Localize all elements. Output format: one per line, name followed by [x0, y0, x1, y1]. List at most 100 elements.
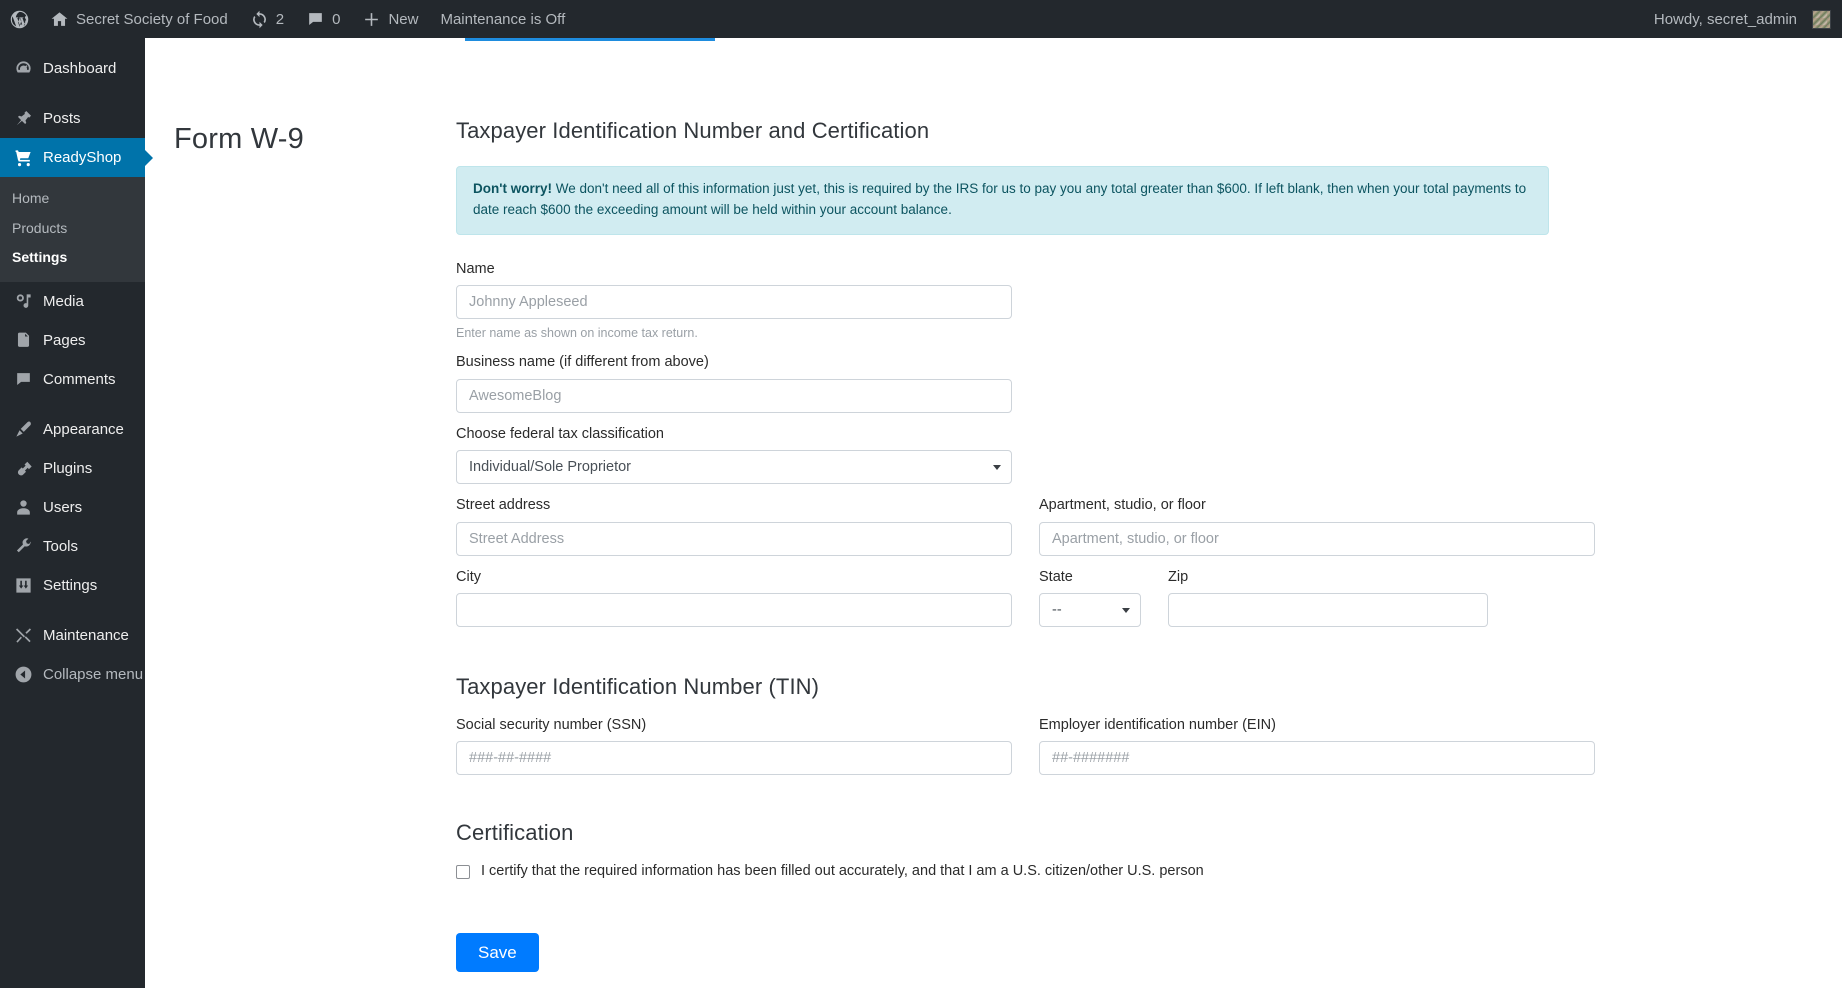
notice-text: We don't need all of this information ju…: [473, 181, 1527, 217]
sidebar-item-posts[interactable]: Posts: [0, 99, 145, 138]
certification-row: I certify that the required information …: [456, 862, 1626, 881]
new-content-button[interactable]: New: [351, 0, 429, 38]
state-select-wrapper: --: [1039, 593, 1141, 628]
name-field-group: Name Enter name as shown on income tax r…: [456, 261, 1626, 342]
site-name-button[interactable]: Secret Society of Food: [39, 0, 239, 38]
business-name-input[interactable]: [456, 378, 1012, 413]
name-input[interactable]: [456, 285, 1012, 320]
city-field-group: City: [456, 568, 1012, 628]
tin-row: Social security number (SSN) Employer id…: [456, 717, 1626, 788]
street-input[interactable]: [456, 521, 1012, 556]
certification-checkbox[interactable]: [456, 864, 470, 879]
howdy-label: Howdy, secret_admin: [1653, 10, 1797, 28]
tax-classification-select[interactable]: Individual/Sole Proprietor: [456, 450, 1012, 485]
my-account-button[interactable]: Howdy, secret_admin: [1643, 0, 1842, 38]
sidebar-item-label: Appearance: [43, 420, 124, 438]
sidebar-subitem-products[interactable]: Products: [0, 214, 145, 244]
sidebar-item-comments[interactable]: Comments: [0, 360, 145, 399]
plug-icon: [12, 458, 34, 478]
sidebar-item-label: Media: [43, 292, 84, 310]
sidebar-item-dashboard[interactable]: Dashboard: [0, 49, 145, 88]
updates-icon: [250, 10, 269, 29]
sidebar-item-maintenance[interactable]: Maintenance: [0, 616, 145, 655]
sidebar-item-label: Tools: [43, 537, 79, 555]
collapse-arrow-icon: [12, 664, 34, 684]
new-label: New: [388, 10, 419, 28]
wrench-icon: [12, 536, 34, 556]
tax-classification-field-group: Choose federal tax classification Indivi…: [456, 426, 1626, 485]
street-label: Street address: [456, 497, 551, 514]
sidebar-item-pages[interactable]: Pages: [0, 321, 145, 360]
w9-form: Taxpayer Identification Number and Certi…: [456, 118, 1626, 973]
active-tab-indicator[interactable]: [465, 38, 715, 41]
state-field-group: State --: [1039, 568, 1141, 628]
city-state-zip-row: City State -- Zip: [456, 569, 1626, 640]
sidebar-item-readyshop[interactable]: ReadyShop: [0, 138, 153, 177]
state-select[interactable]: --: [1039, 593, 1141, 628]
ssn-label: Social security number (SSN): [456, 717, 647, 734]
apartment-label: Apartment, studio, or floor: [1039, 497, 1206, 514]
apartment-input[interactable]: [1039, 521, 1595, 556]
sidebar-item-plugins[interactable]: Plugins: [0, 449, 145, 488]
media-icon: [12, 291, 34, 311]
comment-bubble-icon: [306, 10, 325, 29]
irs-notice: Don't worry! We don't need all of this i…: [456, 166, 1549, 235]
user-icon: [12, 497, 34, 517]
section-title: Taxpayer Identification Number and Certi…: [456, 118, 930, 143]
sidebar-item-tools[interactable]: Tools: [0, 527, 145, 566]
certification-section-title: Certification: [456, 820, 574, 846]
comment-icon: [12, 369, 34, 389]
notice-strong: Don't worry!: [473, 181, 552, 196]
sidebar-item-label: Posts: [43, 110, 81, 127]
save-button[interactable]: Save: [456, 933, 539, 973]
sidebar-subitem-settings[interactable]: Settings: [0, 243, 145, 273]
menu-separator-1: [0, 88, 145, 99]
ssn-input[interactable]: [456, 741, 1012, 776]
sidebar-item-label: Maintenance: [43, 626, 129, 644]
collapse-menu-label: Collapse menu: [43, 665, 144, 683]
pages-icon: [12, 330, 34, 350]
sliders-icon: [12, 575, 34, 595]
sidebar-item-label: Settings: [43, 576, 98, 594]
zip-input[interactable]: [1168, 593, 1488, 628]
wordpress-logo-icon: [9, 9, 30, 30]
city-label: City: [456, 568, 481, 585]
admin-sidebar-menu: Dashboard Posts ReadyShop Home Products …: [0, 38, 153, 988]
tools-cross-icon: [12, 625, 34, 645]
name-label: Name: [456, 260, 495, 277]
page-title: Form W-9: [174, 123, 304, 155]
plus-icon: [362, 10, 381, 29]
ein-input[interactable]: [1039, 741, 1595, 776]
ein-label: Employer identification number (EIN): [1039, 717, 1276, 734]
main-content: Form W-9 Taxpayer Identification Number …: [145, 38, 1842, 988]
sidebar-item-users[interactable]: Users: [0, 488, 145, 527]
sidebar-item-label: Users: [43, 498, 83, 516]
ssn-field-group: Social security number (SSN): [456, 717, 1012, 776]
collapse-menu-button[interactable]: Collapse menu: [0, 655, 145, 694]
updates-button[interactable]: 2: [239, 0, 295, 38]
business-name-field-group: Business name (if different from above): [456, 354, 1626, 413]
business-name-label: Business name (if different from above): [456, 354, 709, 371]
sidebar-subitem-home[interactable]: Home: [0, 184, 145, 214]
zip-field-group: Zip: [1168, 569, 1488, 628]
updates-count: 2: [275, 10, 285, 28]
state-label: State: [1039, 568, 1073, 585]
comments-button[interactable]: 0: [295, 0, 351, 38]
wordpress-logo-button[interactable]: [0, 0, 39, 38]
home-icon: [50, 10, 69, 29]
sidebar-subitem-label: Settings: [12, 249, 68, 265]
sidebar-subitem-label: Products: [12, 219, 68, 236]
sidebar-item-label: Comments: [43, 370, 116, 388]
maintenance-status-button[interactable]: Maintenance is Off: [429, 0, 576, 38]
sidebar-item-media[interactable]: Media: [0, 282, 145, 321]
avatar: [1812, 9, 1831, 29]
apartment-field-group: Apartment, studio, or floor: [1039, 497, 1595, 556]
menu-separator-3: [0, 605, 145, 616]
tin-section-title: Taxpayer Identification Number (TIN): [456, 674, 820, 700]
sidebar-item-appearance[interactable]: Appearance: [0, 410, 145, 449]
street-field-group: Street address: [456, 497, 1012, 556]
sidebar-item-settings[interactable]: Settings: [0, 566, 145, 605]
site-name-label: Secret Society of Food: [76, 10, 228, 28]
city-input[interactable]: [456, 593, 1012, 628]
name-help-text: Enter name as shown on income tax return…: [456, 326, 698, 341]
